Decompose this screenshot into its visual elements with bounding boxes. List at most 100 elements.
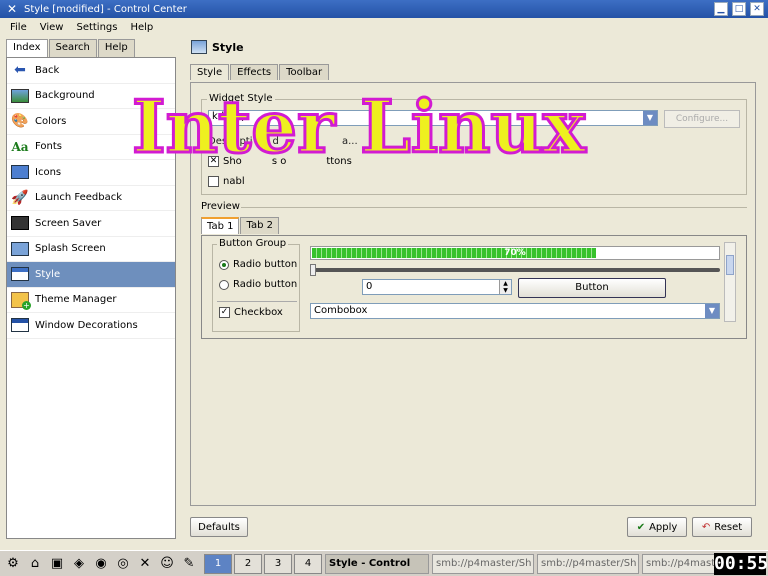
window-decorations-icon xyxy=(9,315,31,335)
sidebar-item-screen-saver[interactable]: Screen Saver xyxy=(7,211,175,237)
desktop-2[interactable]: 2 xyxy=(234,553,262,574)
terminal-icon[interactable]: ▣ xyxy=(48,555,66,573)
sidebar-item-splash-screen[interactable]: Splash Screen xyxy=(7,237,175,262)
sidebar-item-label: Screen Saver xyxy=(35,217,102,229)
menu-file[interactable]: File xyxy=(10,22,27,33)
screen-saver-icon xyxy=(9,213,31,233)
menu-view[interactable]: View xyxy=(40,22,64,33)
slider-handle[interactable] xyxy=(310,264,316,276)
clock: 00:55 xyxy=(714,553,768,575)
control-center-icon: ✕ xyxy=(6,2,18,16)
close-button[interactable]: ✕ xyxy=(750,2,764,16)
tab-search[interactable]: Search xyxy=(48,39,97,57)
back-arrow-icon: ⬅ xyxy=(14,62,26,79)
sidebar-item-label: Colors xyxy=(35,115,67,127)
task-smb-2[interactable]: smb://p4master/Sh xyxy=(537,553,639,574)
button-group: Button Group Radio button Radio button ✓… xyxy=(212,238,300,332)
desktop-1[interactable]: 1 xyxy=(204,553,232,574)
firefox-icon[interactable]: ◉ xyxy=(92,555,110,573)
checkmark-icon: ✔ xyxy=(636,521,646,533)
scrollbar-thumb[interactable] xyxy=(726,255,734,275)
sidebar-item-label: Launch Feedback xyxy=(35,192,123,204)
preview-combobox[interactable]: Combobox ▼ xyxy=(310,303,720,319)
vertical-scrollbar[interactable] xyxy=(724,242,736,322)
preview-legend: Preview xyxy=(201,201,240,212)
fonts-icon: Aa xyxy=(11,139,29,154)
chevron-down-icon[interactable]: ▼ xyxy=(643,111,657,125)
defaults-button[interactable]: Defaults xyxy=(190,517,248,537)
sidebar-item-label: Style xyxy=(35,268,61,280)
tab-style[interactable]: Style xyxy=(190,64,230,80)
sidebar-item-label: Icons xyxy=(35,166,62,178)
radio-button-1[interactable]: Radio button xyxy=(219,259,297,270)
checkbox-checked-icon[interactable]: ✓ xyxy=(219,307,230,318)
browser-icon[interactable]: ◎ xyxy=(114,555,132,573)
enable-tooltips-checkbox[interactable]: nabl xyxy=(208,176,245,187)
theme-manager-icon: + xyxy=(9,290,31,310)
desktop-4[interactable]: 4 xyxy=(294,553,322,574)
colors-icon: 🎨 xyxy=(11,113,29,130)
sidebar-item-back[interactable]: ⬅ Back xyxy=(7,58,175,84)
radio-label-2: Radio button xyxy=(233,279,298,290)
checkbox-unchecked-icon[interactable] xyxy=(208,176,219,187)
preview-button[interactable]: Button xyxy=(518,278,666,298)
minimize-button[interactable]: ▁ xyxy=(714,2,728,16)
watermark-text: Inter Linux xyxy=(131,83,588,171)
group-divider xyxy=(217,301,297,302)
preview-frame: Button Group Radio button Radio button ✓… xyxy=(201,235,747,339)
icons-icon xyxy=(9,162,31,182)
menu-bar: File View Settings Help xyxy=(0,18,768,36)
combobox-value: Combobox xyxy=(314,305,368,316)
task-smb-1[interactable]: smb://p4master/Sh xyxy=(432,553,534,574)
editor-icon[interactable]: ✎ xyxy=(180,555,198,573)
preview-tab-2[interactable]: Tab 2 xyxy=(240,217,279,234)
style-icon xyxy=(191,40,207,54)
undo-icon: ↶ xyxy=(701,521,711,533)
slider[interactable] xyxy=(310,264,720,276)
tab-toolbar[interactable]: Toolbar xyxy=(279,64,330,80)
radio-unselected-icon[interactable] xyxy=(219,279,229,290)
sidebar-item-theme-manager[interactable]: + Theme Manager xyxy=(7,288,175,313)
preview-tab-1[interactable]: Tab 1 xyxy=(201,217,240,234)
home-icon[interactable]: ⌂ xyxy=(26,555,44,573)
style-icon xyxy=(9,264,31,284)
configure-button[interactable]: Configure... xyxy=(664,110,740,128)
maximize-button[interactable]: □ xyxy=(732,2,746,16)
spin-value: 0 xyxy=(366,281,373,292)
sidebar-item-launch-feedback[interactable]: 🚀 Launch Feedback xyxy=(7,186,175,211)
taskbar: ⚙ ⌂ ▣ ◈ ◉ ◎ ✕ ☺ ✎ 1 2 3 4 Style - Contro… xyxy=(0,550,768,576)
apply-label: Apply xyxy=(649,521,678,533)
chevron-down-icon[interactable]: ▼ xyxy=(705,304,719,318)
tab-index[interactable]: Index xyxy=(6,39,48,57)
checkbox-label: Checkbox xyxy=(234,307,283,318)
menu-settings[interactable]: Settings xyxy=(76,22,117,33)
tux-icon[interactable]: ☺ xyxy=(158,555,176,573)
menu-help[interactable]: Help xyxy=(130,22,153,33)
progress-text: 70% xyxy=(504,248,526,258)
spin-box[interactable]: 0 ▲ ▼ xyxy=(362,279,512,295)
button-group-legend: Button Group xyxy=(217,238,289,249)
reset-label: Reset xyxy=(714,521,743,533)
task-smb-3[interactable]: smb://p4master/Sh xyxy=(642,553,722,574)
network-icon[interactable]: ◈ xyxy=(70,555,88,573)
splash-screen-icon xyxy=(9,239,31,259)
page-title: Style xyxy=(212,40,244,54)
sidebar-item-window-decorations[interactable]: Window Decorations xyxy=(7,313,175,339)
reset-button[interactable]: ↶ Reset xyxy=(692,517,752,537)
tab-help[interactable]: Help xyxy=(97,39,135,57)
radio-label-1: Radio button xyxy=(233,259,298,270)
preview-checkbox[interactable]: ✓ Checkbox xyxy=(219,307,283,318)
task-style-control[interactable]: Style - Control xyxy=(325,553,429,574)
spin-arrows-icon[interactable]: ▲ ▼ xyxy=(499,280,511,294)
tools-icon[interactable]: ✕ xyxy=(136,555,154,573)
radio-selected-icon[interactable] xyxy=(219,259,229,270)
apply-button[interactable]: ✔ Apply xyxy=(627,517,687,537)
desktop-3[interactable]: 3 xyxy=(264,553,292,574)
style-tab-bar: Style Effects Toolbar xyxy=(190,64,330,80)
radio-button-2[interactable]: Radio button xyxy=(219,279,297,290)
sidebar-item-style[interactable]: Style xyxy=(7,262,175,288)
tab-effects[interactable]: Effects xyxy=(230,64,279,80)
sidebar-item-label: Splash Screen xyxy=(35,243,106,255)
kde-menu-icon[interactable]: ⚙ xyxy=(4,555,22,573)
progress-bar: 70% xyxy=(310,246,720,260)
